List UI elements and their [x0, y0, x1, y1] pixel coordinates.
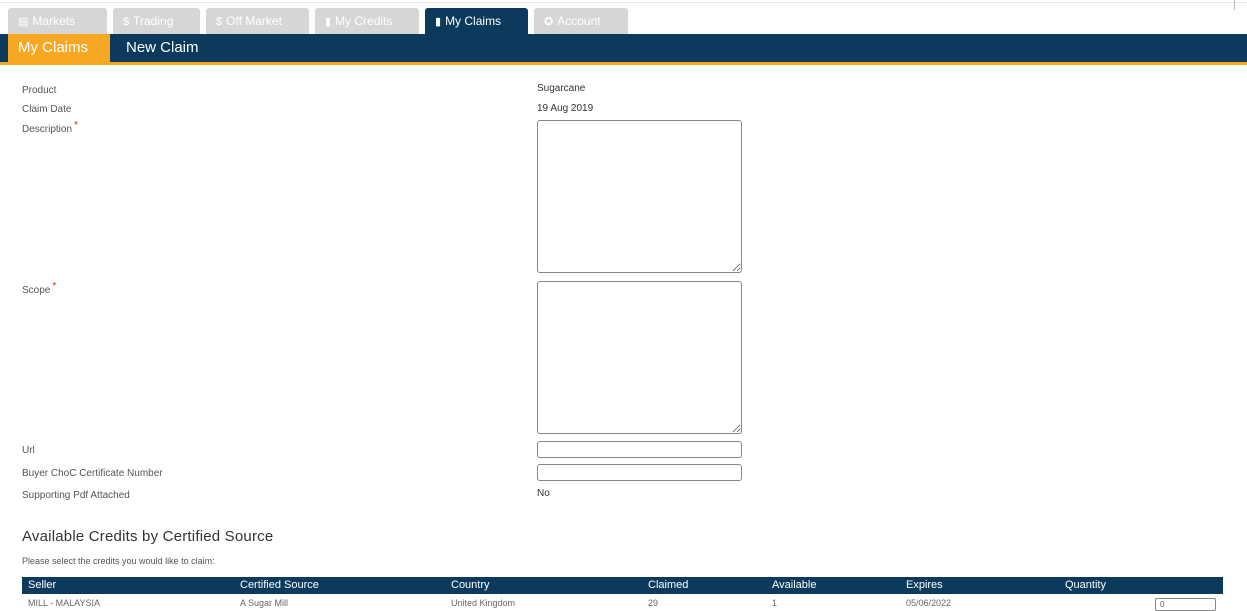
- top-tab-bar: ▤ Markets $ Trading $ Off Market ▮ My Credit…: [0, 0, 1247, 34]
- section-title: Available Credits by Certified Source: [22, 528, 274, 545]
- description-label: Description *: [22, 120, 78, 135]
- claim-date-label: Claim Date: [22, 104, 72, 115]
- pdf-attached-value: No: [537, 488, 550, 499]
- divider: [1234, 0, 1235, 10]
- document-icon: ▮: [325, 16, 332, 28]
- credits-table-header: Seller Certified Source Country Claimed …: [22, 577, 1223, 594]
- subnav-new-claim[interactable]: New Claim: [126, 34, 199, 62]
- url-input[interactable]: [537, 441, 742, 458]
- column-header-expires[interactable]: Expires: [906, 577, 943, 594]
- table-row: MILL - MALAYSIA A Sugar Mill United King…: [22, 595, 1223, 611]
- column-header-seller[interactable]: Seller: [28, 577, 56, 594]
- pdf-attached-label: Supporting Pdf Attached: [22, 490, 130, 501]
- column-header-available[interactable]: Available: [772, 577, 816, 594]
- product-value: Sugarcane: [537, 83, 586, 94]
- required-marker: *: [74, 120, 78, 131]
- section-hint: Please select the credits you would like…: [22, 556, 215, 566]
- tab-label: Trading: [133, 14, 174, 28]
- tab-my-credits[interactable]: ▮ My Credits: [315, 8, 419, 34]
- dollar-icon: $: [216, 16, 223, 28]
- column-header-quantity[interactable]: Quantity: [1065, 577, 1106, 594]
- cell-available: 1: [772, 598, 778, 608]
- cell-expires: 05/06/2022: [906, 598, 952, 608]
- description-textarea[interactable]: [537, 120, 742, 273]
- cell-claimed: 29: [648, 598, 659, 608]
- tab-label: My Credits: [335, 14, 393, 28]
- subnav-my-claims[interactable]: My Claims: [8, 34, 110, 65]
- scope-textarea[interactable]: [537, 281, 742, 434]
- product-label: Product: [22, 85, 57, 96]
- cell-certified-source: A Sugar Mill: [240, 598, 289, 608]
- tab-label: Account: [557, 14, 601, 28]
- column-header-certified-source[interactable]: Certified Source: [240, 577, 319, 594]
- quantity-input[interactable]: [1155, 598, 1216, 611]
- divider: [0, 2, 1247, 3]
- claim-date-value: 19 Aug 2019: [537, 103, 594, 114]
- description-label-text: Description: [22, 124, 73, 135]
- tab-trading[interactable]: $ Trading: [113, 8, 200, 34]
- tab-label: Off Market: [226, 14, 282, 28]
- cell-country: United Kingdom: [451, 598, 516, 608]
- gear-icon: ✪: [544, 16, 554, 28]
- scope-label: Scope *: [22, 281, 56, 296]
- dollar-icon: $: [123, 16, 130, 28]
- scope-label-text: Scope: [22, 285, 51, 296]
- column-header-claimed[interactable]: Claimed: [648, 577, 688, 594]
- required-marker: *: [52, 281, 57, 292]
- tab-account[interactable]: ✪ Account: [534, 8, 628, 34]
- tab-markets[interactable]: ▤ Markets: [8, 8, 107, 34]
- choc-certificate-label: Buyer ChoC Certificate Number: [22, 468, 163, 479]
- accent-bar: [0, 62, 1247, 65]
- sub-navigation: My Claims New Claim: [0, 34, 1247, 65]
- tab-label: My Claims: [445, 14, 502, 28]
- choc-certificate-input[interactable]: [537, 464, 742, 481]
- tab-my-claims[interactable]: ▮ My Claims: [425, 8, 528, 34]
- cell-seller: MILL - MALAYSIA: [28, 598, 101, 608]
- list-icon: ▤: [18, 16, 29, 28]
- url-label: Url: [22, 445, 35, 456]
- column-header-country[interactable]: Country: [451, 577, 490, 594]
- tab-label: Markets: [32, 14, 76, 28]
- tab-off-market[interactable]: $ Off Market: [206, 8, 309, 34]
- document-icon: ▮: [435, 16, 442, 28]
